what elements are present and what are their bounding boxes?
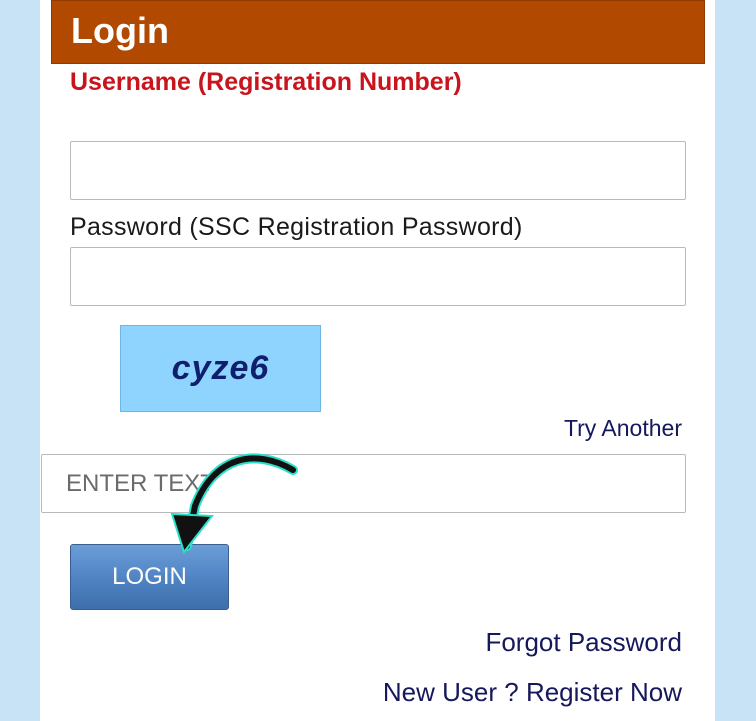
page-title: Login bbox=[71, 10, 169, 51]
password-input[interactable] bbox=[70, 247, 686, 306]
username-label: Username (Registration Number) bbox=[70, 68, 462, 96]
try-another-link[interactable]: Try Another bbox=[564, 414, 682, 442]
captcha-image: cyze6 bbox=[120, 325, 321, 412]
username-input[interactable] bbox=[70, 141, 686, 200]
login-button[interactable]: LOGIN bbox=[70, 544, 229, 610]
captcha-text: cyze6 bbox=[171, 349, 270, 387]
register-link[interactable]: New User ? Register Now bbox=[383, 676, 682, 708]
login-header: Login bbox=[51, 0, 705, 64]
password-label: Password (SSC Registration Password) bbox=[70, 213, 523, 241]
forgot-password-link[interactable]: Forgot Password bbox=[485, 626, 682, 658]
captcha-input[interactable] bbox=[41, 454, 686, 513]
